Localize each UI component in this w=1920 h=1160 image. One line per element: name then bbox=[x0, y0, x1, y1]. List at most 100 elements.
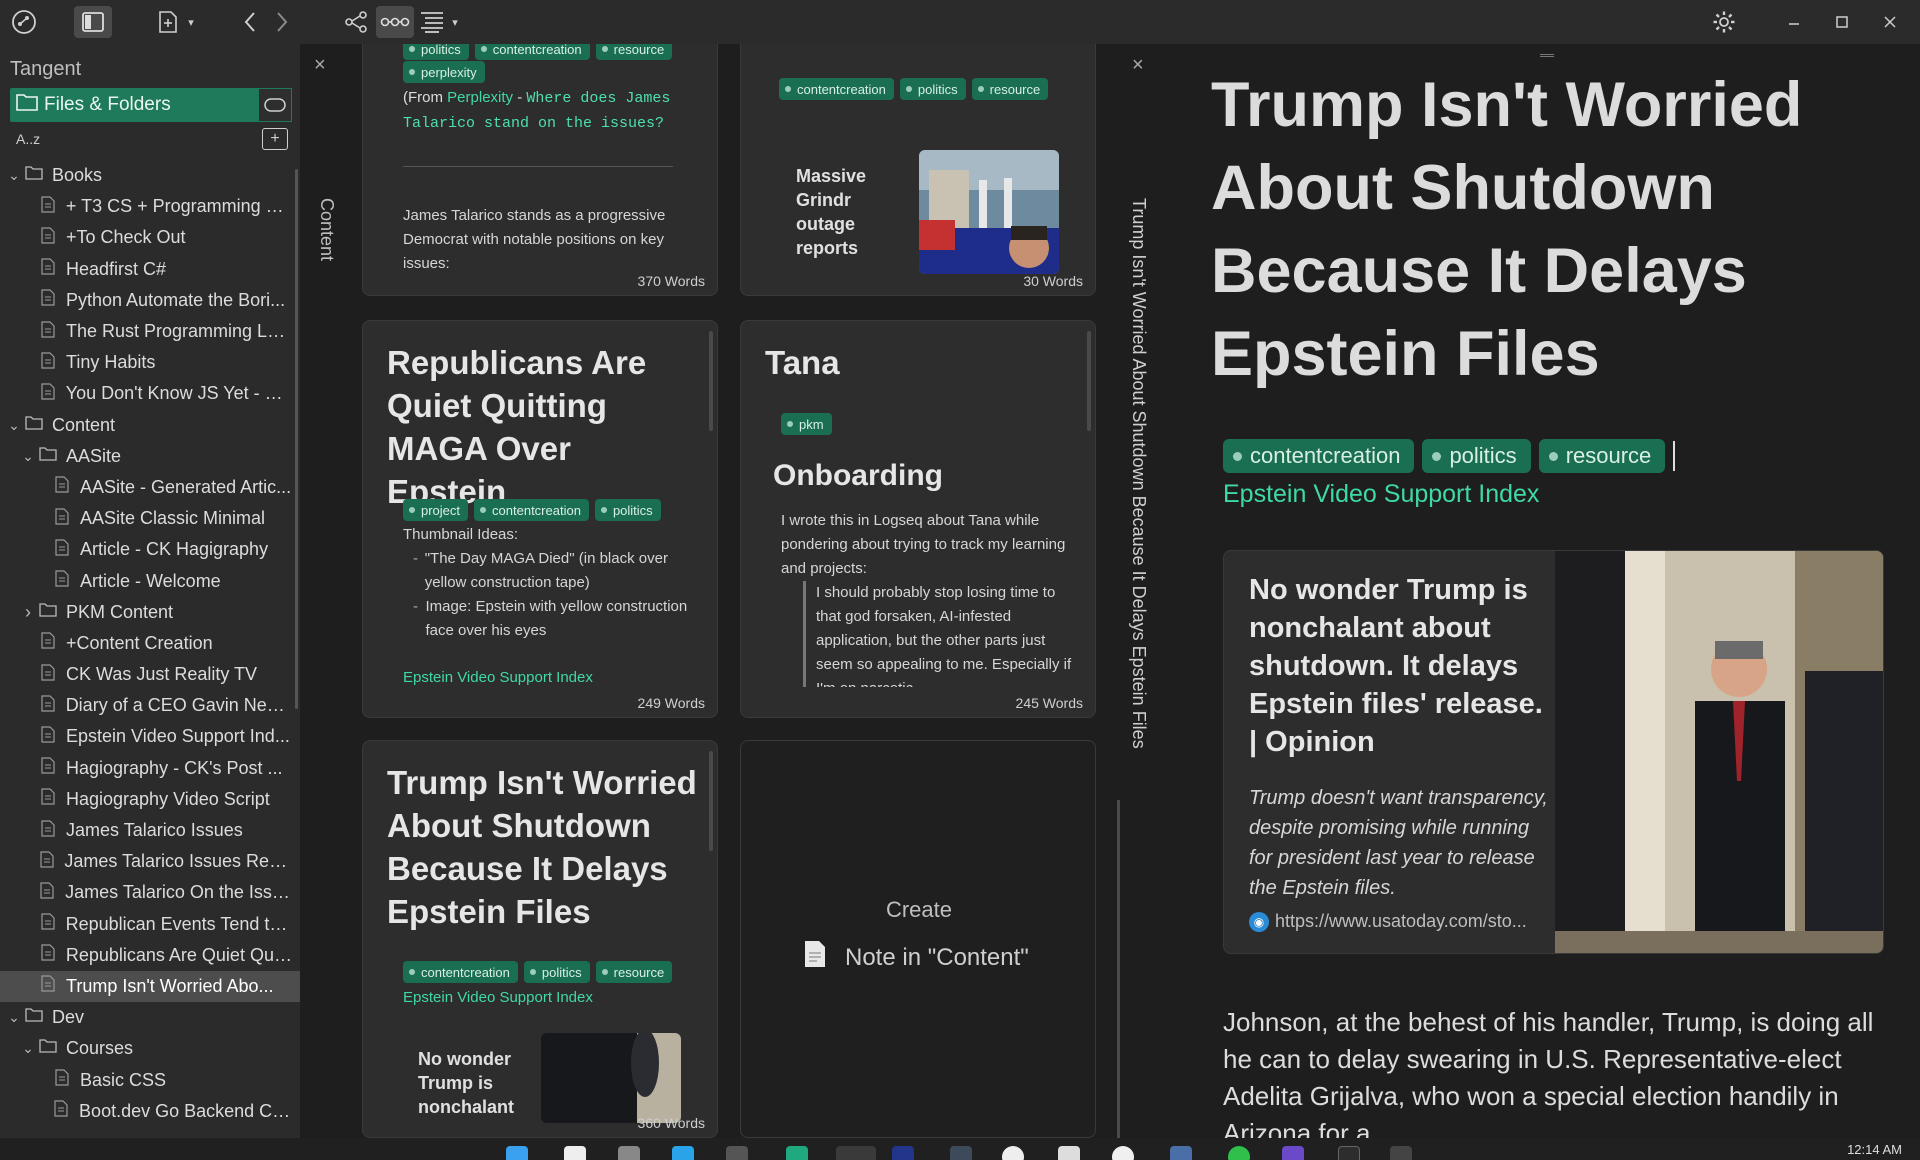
tree-file[interactable]: James Talarico Issues bbox=[0, 815, 300, 846]
tree-file[interactable]: CK Was Just Reality TV bbox=[0, 659, 300, 690]
tag-politics[interactable]: politics bbox=[594, 499, 661, 521]
tree-folder[interactable]: ⌄ Content bbox=[0, 410, 300, 441]
settings-icon[interactable] bbox=[1700, 6, 1748, 38]
tag-contentcreation[interactable]: contentcreation bbox=[779, 78, 894, 100]
note-card[interactable]: Tana pkm Onboarding I wrote this in Logs… bbox=[740, 320, 1096, 718]
tree-file[interactable]: The Rust Programming La... bbox=[0, 316, 300, 347]
chevron-down-icon[interactable]: ⌄ bbox=[20, 1040, 36, 1057]
tag-politics[interactable]: politics bbox=[523, 961, 590, 983]
close-column-icon[interactable]: × bbox=[314, 54, 326, 77]
tree-file[interactable]: Python Automate the Bori... bbox=[0, 285, 300, 316]
tree-file[interactable]: +Content Creation bbox=[0, 628, 300, 659]
taskbar-app-icon[interactable] bbox=[1002, 1146, 1024, 1160]
taskbar-app-icon[interactable] bbox=[618, 1146, 640, 1160]
taskbar-app-icon[interactable] bbox=[786, 1146, 808, 1160]
outline-icon[interactable] bbox=[416, 6, 448, 38]
tag-resource[interactable]: resource bbox=[1538, 439, 1666, 473]
tree-file[interactable]: + T3 CS + Programming B... bbox=[0, 191, 300, 222]
tree-folder[interactable]: ⌄ AASite bbox=[0, 441, 300, 472]
tag-resource[interactable]: resource bbox=[971, 78, 1049, 100]
embed-url-row[interactable]: ◉ https://www.usatoday.com/sto... bbox=[1249, 911, 1527, 932]
tag-view-icon[interactable] bbox=[258, 88, 292, 122]
tag-politics[interactable]: politics bbox=[1422, 439, 1531, 473]
taskbar-app-icon[interactable] bbox=[1338, 1146, 1360, 1160]
tree-file[interactable]: Republicans Are Quiet Qui... bbox=[0, 940, 300, 971]
back-icon[interactable] bbox=[234, 6, 266, 38]
new-folder-icon[interactable]: + bbox=[262, 128, 288, 150]
tree-file[interactable]: You Don't Know JS Yet - G... bbox=[0, 378, 300, 409]
chevron-right-icon[interactable]: › bbox=[20, 602, 36, 623]
tree-file[interactable]: AASite Classic Minimal bbox=[0, 503, 300, 534]
taskbar-app-icon[interactable] bbox=[836, 1146, 876, 1160]
taskbar-app-icon[interactable] bbox=[1112, 1146, 1134, 1160]
card-scrollbar[interactable] bbox=[709, 331, 713, 431]
drag-handle-icon[interactable] bbox=[1540, 54, 1554, 57]
taskbar-app-icon[interactable] bbox=[672, 1146, 694, 1160]
sidebar-toggle-icon[interactable] bbox=[74, 6, 112, 38]
chevron-down-icon[interactable]: ▾ bbox=[448, 6, 462, 38]
taskbar-app-icon[interactable] bbox=[1170, 1146, 1192, 1160]
tree-file[interactable]: Epstein Video Support Ind... bbox=[0, 721, 300, 752]
tag-pkm[interactable]: pkm bbox=[781, 413, 832, 435]
epstein-index-link[interactable]: Epstein Video Support Index bbox=[1223, 480, 1539, 509]
taskbar-app-icon[interactable] bbox=[1390, 1146, 1412, 1160]
tree-file[interactable]: Article - Welcome bbox=[0, 565, 300, 596]
maximize-icon[interactable] bbox=[1818, 6, 1866, 38]
note-card[interactable]: Republicans Are Quiet Quitting MAGA Over… bbox=[362, 320, 718, 718]
pane-divider[interactable] bbox=[1117, 800, 1120, 1140]
tag-politics[interactable]: politics bbox=[403, 44, 469, 60]
epstein-index-link[interactable]: Epstein Video Support Index bbox=[403, 989, 593, 1006]
taskbar-clock[interactable]: 12:14 AM bbox=[1847, 1142, 1902, 1157]
tree-file[interactable]: AASite - Generated Artic... bbox=[0, 472, 300, 503]
taskbar-app-icon[interactable] bbox=[1058, 1146, 1080, 1160]
taskbar-app-icon[interactable] bbox=[726, 1146, 748, 1160]
tree-file[interactable]: Diary of a CEO Gavin New... bbox=[0, 690, 300, 721]
tree-file[interactable]: +To Check Out bbox=[0, 222, 300, 253]
tag-contentcreation[interactable]: contentcreation bbox=[1223, 439, 1415, 473]
graph-icon[interactable] bbox=[340, 6, 372, 38]
tree-folder[interactable]: ⌄ Courses bbox=[0, 1033, 300, 1064]
note-card[interactable]: politics contentcreation resource perplexi… bbox=[362, 44, 718, 296]
chevron-down-icon[interactable]: ⌄ bbox=[20, 448, 36, 465]
embed-url[interactable]: https://www.usatoday.com/sto... bbox=[1275, 911, 1527, 932]
tag-contentcreation[interactable]: contentcreation bbox=[474, 44, 590, 60]
epstein-index-link[interactable]: Epstein Video Support Index bbox=[403, 669, 593, 686]
close-article-icon[interactable]: × bbox=[1132, 54, 1144, 77]
create-note-button[interactable]: Create Note in "Content" bbox=[740, 740, 1096, 1138]
forward-icon[interactable] bbox=[266, 6, 298, 38]
chevron-down-icon[interactable]: ⌄ bbox=[6, 1009, 22, 1026]
tag-resource[interactable]: resource bbox=[595, 44, 673, 60]
close-icon[interactable] bbox=[1866, 6, 1914, 38]
chevron-down-icon[interactable]: ▾ bbox=[184, 6, 198, 38]
card-scrollbar[interactable] bbox=[709, 751, 713, 851]
card-scrollbar[interactable] bbox=[1087, 331, 1091, 431]
content-column-label[interactable]: Content bbox=[316, 198, 337, 261]
link-icon[interactable] bbox=[376, 6, 414, 38]
tree-file[interactable]: Boot.dev Go Backend Co... bbox=[0, 1096, 300, 1127]
tag-perplexity[interactable]: perplexity bbox=[403, 61, 485, 83]
taskbar-app-icon[interactable] bbox=[1282, 1146, 1304, 1160]
tree-file[interactable]: Trump Isn't Worried Abo... bbox=[0, 970, 300, 1003]
tree-file[interactable]: Tiny Habits bbox=[0, 347, 300, 378]
tree-file[interactable]: Basic CSS bbox=[0, 1064, 300, 1095]
sidebar-scrollbar[interactable] bbox=[295, 169, 298, 709]
tree-file[interactable]: Hagiography Video Script bbox=[0, 784, 300, 815]
tag-contentcreation[interactable]: contentcreation bbox=[474, 499, 589, 521]
files-folders-tab[interactable]: Files & Folders bbox=[10, 88, 292, 122]
taskbar-app-icon[interactable] bbox=[564, 1146, 586, 1160]
tree-file[interactable]: Hagiography - CK's Post ... bbox=[0, 753, 300, 784]
tree-folder[interactable]: › PKM Content bbox=[0, 597, 300, 628]
note-card[interactable]: contentcreation politics resource Massive … bbox=[740, 44, 1096, 296]
chevron-down-icon[interactable]: ⌄ bbox=[6, 417, 22, 434]
new-note-icon[interactable] bbox=[152, 6, 184, 38]
tree-folder[interactable]: ⌄ Dev bbox=[0, 1002, 300, 1033]
taskbar-app-icon[interactable] bbox=[1228, 1146, 1250, 1160]
start-icon[interactable] bbox=[506, 1146, 528, 1160]
perplexity-link[interactable]: Perplexity bbox=[447, 89, 513, 106]
link-preview-card[interactable]: No wonder Trump is nonchalant about shut… bbox=[1223, 550, 1884, 954]
tag-politics[interactable]: politics bbox=[899, 78, 966, 100]
tree-file[interactable]: Article - CK Hagigraphy bbox=[0, 534, 300, 565]
tree-file[interactable]: Headfirst C# bbox=[0, 254, 300, 285]
tag-project[interactable]: project bbox=[403, 499, 469, 521]
tag-contentcreation[interactable]: contentcreation bbox=[403, 961, 518, 983]
